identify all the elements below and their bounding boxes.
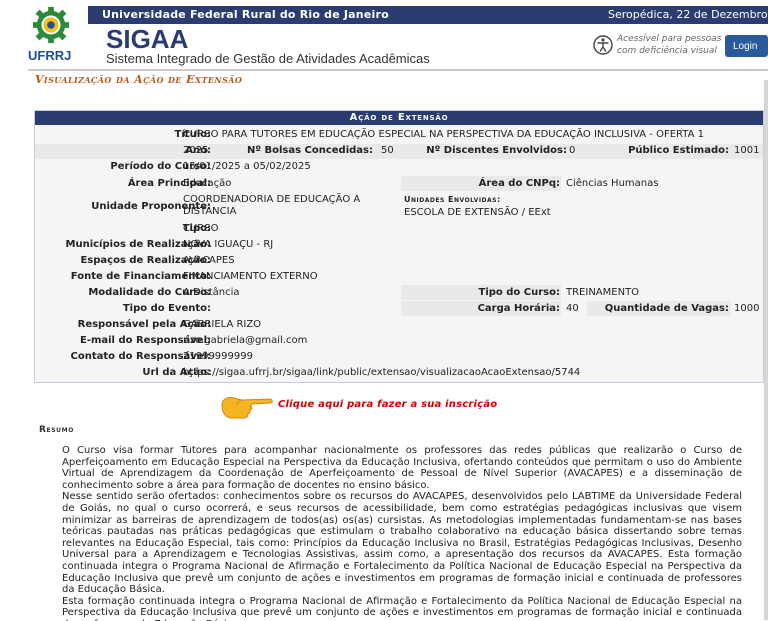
ano-value: 2025: [183, 145, 209, 156]
resumo-paragraph: Nesse sentido serão ofertados: conhecime…: [62, 491, 742, 596]
vagas-label: Quantidade de Vagas:: [604, 303, 729, 314]
unidade-value-line1: COORDENADORIA DE EDUCAÇÃO A: [183, 194, 361, 205]
accessibility-icon: [593, 35, 613, 55]
enrollment-link[interactable]: Clique aqui para fazer a sua inscrição: [220, 391, 540, 419]
area-principal-value: Educação: [183, 178, 232, 189]
page-title: Visualização da Ação de Extensão: [35, 73, 243, 86]
contato-value: 21999999999: [183, 351, 253, 362]
fonte-value: FINANCIAMENTO EXTERNO: [183, 271, 318, 282]
discentes-value: 0: [569, 145, 576, 156]
unidades-envolvidas-value: ESCOLA DE EXTENSÃO / EExt: [404, 207, 551, 218]
tipo-curso-value: TREINAMENTO: [566, 287, 640, 298]
resumo-paragraph: Esta formação continuada integra o Progr…: [62, 595, 742, 621]
area-cnpq-label: Área do CNPq:: [478, 178, 560, 189]
header-divider: [28, 69, 768, 71]
tipo-value: CURSO: [183, 223, 219, 234]
current-date: Seropédica, 22 de Dezembro de 20: [608, 8, 768, 21]
municipios-value: NOVA IGUAÇU - RJ: [183, 239, 274, 250]
titulo-value: CURSO PARA TUTORES EM EDUCAÇÃO ESPECIAL …: [183, 129, 704, 140]
panel-title: Ação de Extensão: [35, 111, 763, 125]
tipo-evento-label: Tipo do Evento:: [122, 303, 211, 314]
periodo-value: 15/01/2025 a 05/02/2025: [183, 161, 311, 172]
email-value[interactable]: rizo.gabriela@gmail.com: [183, 335, 307, 346]
publico-value: 1001: [734, 145, 760, 156]
discentes-label: Nº Discentes Envolvidos:: [426, 145, 567, 156]
resumo-text: O Curso visa formar Tutores para acompan…: [62, 445, 742, 621]
publico-label: Público Estimado:: [628, 145, 729, 156]
accessibility-line-2: com deficiência visual: [617, 46, 717, 56]
url-value[interactable]: https://sigaa.ufrrj.br/sigaa/link/public…: [183, 367, 580, 378]
unidade-value-line2: DISTÂNCIA: [183, 206, 237, 217]
carga-value: 40: [566, 303, 579, 314]
carga-label: Carga Horária:: [477, 303, 560, 314]
ufrrj-logo[interactable]: UFRRJ: [24, 4, 80, 63]
resumo-paragraph: O Curso visa formar Tutores para acompan…: [62, 445, 742, 491]
responsavel-value: GABRIELA RIZO: [183, 319, 262, 330]
bolsas-value: 50: [381, 145, 394, 156]
extension-action-panel: Ação de Extensão Título: CURSO PARA TUTO…: [34, 110, 764, 383]
login-button[interactable]: Login: [725, 35, 768, 57]
logo-text: UFRRJ: [28, 48, 72, 63]
app-subtitle: Sistema Integrado de Gestão de Atividade…: [106, 51, 430, 66]
top-bar: Universidade Federal Rural do Rio de Jan…: [88, 6, 768, 24]
vagas-value: 1000: [734, 303, 760, 314]
tipo-curso-label: Tipo do Curso:: [478, 287, 560, 298]
modalidade-value: A Distância: [183, 287, 240, 298]
bolsas-label: Nº Bolsas Concedidas:: [246, 145, 373, 156]
unidades-envolvidas-label: Unidades Envolvidas:: [404, 195, 501, 204]
university-name: Universidade Federal Rural do Rio de Jan…: [102, 8, 389, 21]
accessibility-line-1: Acessível para pessoas: [617, 34, 722, 44]
espacos-value: AVACAPES: [183, 255, 235, 266]
area-cnpq-value: Ciências Humanas: [566, 178, 659, 189]
resumo-heading: Resumo: [39, 425, 74, 435]
enrollment-link-text[interactable]: Clique aqui para fazer a sua inscrição: [278, 399, 497, 410]
pointing-hand-icon: [221, 396, 273, 419]
accessibility-text: Acessível para pessoas com deficiência v…: [617, 33, 721, 57]
ufrrj-gear-icon: [32, 6, 70, 44]
page-edge: [764, 80, 768, 620]
